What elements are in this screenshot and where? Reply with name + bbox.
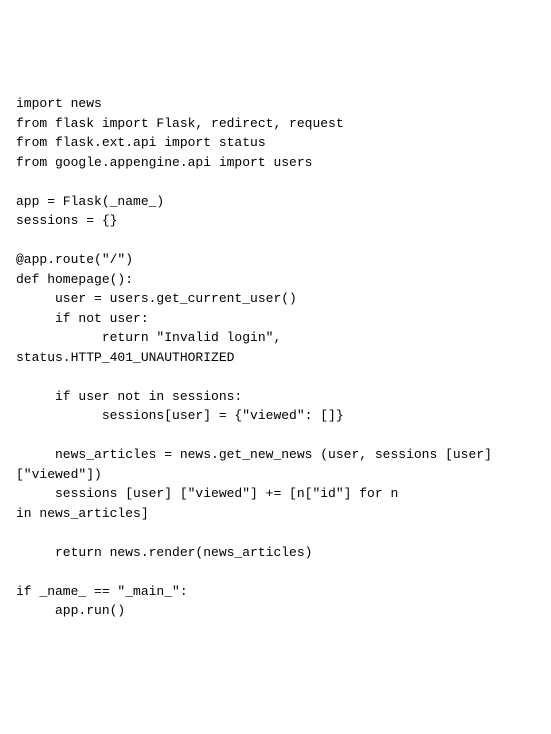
code-block: import news from flask import Flask, red… bbox=[16, 94, 535, 621]
